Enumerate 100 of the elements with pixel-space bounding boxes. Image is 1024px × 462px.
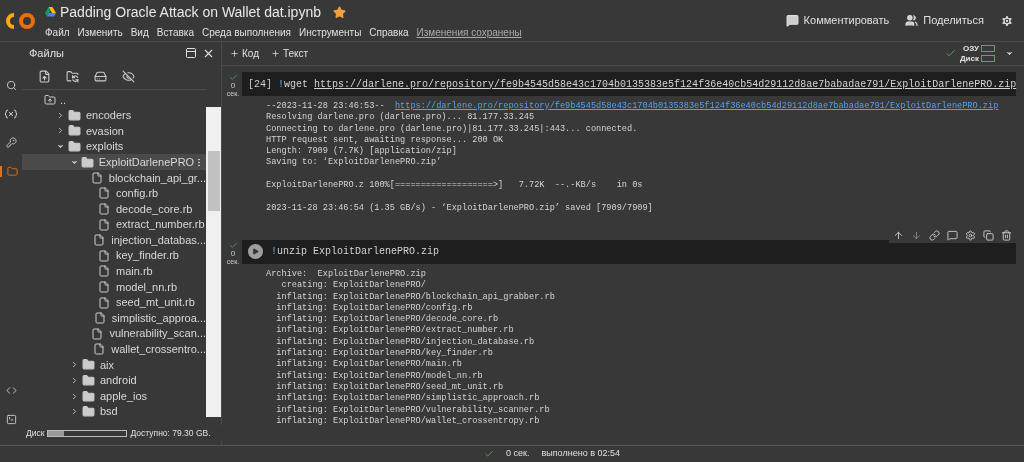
- link-icon[interactable]: [929, 229, 940, 241]
- done-icon: [228, 240, 238, 250]
- window-icon[interactable]: [185, 47, 197, 59]
- menu-item[interactable]: Справка: [369, 24, 409, 40]
- output-line: HTTP request sent, awaiting response... 200 OK: [266, 134, 504, 146]
- output-line: Resolving darlene.pro (darlene.pro)... 81.177.33.245: [266, 112, 535, 124]
- menu-item[interactable]: Вставка: [156, 24, 194, 40]
- output-line: inflating: ExploitDarlenePRO/extract_number.rb: [275, 325, 514, 337]
- menu-item[interactable]: Файл: [45, 24, 70, 40]
- scrollbar[interactable]: [206, 107, 221, 417]
- file-tree-item[interactable]: encoders: [22, 107, 206, 124]
- file-icon: [98, 187, 110, 200]
- folder-refresh-icon[interactable]: [66, 69, 79, 83]
- copy-icon[interactable]: [983, 229, 994, 241]
- file-tree-item[interactable]: ExploitDarlenePRO: [22, 154, 206, 170]
- exec-time: 0: [230, 82, 236, 90]
- code-cell[interactable]: [24] !wget https://darlene.pro/repository/fe9b4545d58e43c1704b0135383e5f124f36e40cb54d29112d8ae7babadae791/ExploitDarlenePRO.zip: [242, 72, 1016, 96]
- file-tree-item[interactable]: bsd: [22, 403, 206, 420]
- file-tree-item[interactable]: decode_core.rb: [22, 201, 206, 217]
- output-line: inflating: ExploitDarlenePRO/model_nn.rb: [275, 370, 483, 382]
- share-button[interactable]: Поделиться: [905, 12, 984, 29]
- drive-icon[interactable]: [94, 69, 107, 83]
- file-tree-item[interactable]: simplistic_approa...: [22, 310, 206, 326]
- folder-icon: [68, 140, 81, 154]
- move-down-icon[interactable]: [911, 229, 922, 241]
- delete-icon[interactable]: [1001, 229, 1012, 241]
- file-tree-item[interactable]: key_finder.rb: [22, 247, 206, 264]
- file-tree-item[interactable]: blockchain_api_gr...: [22, 169, 206, 186]
- file-icon: [98, 265, 110, 278]
- run-button[interactable]: [248, 244, 263, 260]
- code-text: wget: [284, 77, 310, 92]
- file-tree-item[interactable]: apple_ios: [22, 388, 206, 404]
- save-status[interactable]: Изменения сохранены: [416, 24, 522, 40]
- comment-button[interactable]: Комментировать: [785, 12, 890, 29]
- logo-icon[interactable]: [6, 11, 36, 30]
- folder-icon: [80, 155, 94, 169]
- upload-icon[interactable]: [38, 69, 51, 83]
- url-link[interactable]: https://darlene.pro/repository/fe9b4545d58e43c1704b0135383e5f124f36e40cb54d29112d8ae7babadae791/ExploitDarlenePRO.zip: [314, 76, 1017, 92]
- drive-icon: [45, 7, 56, 17]
- file-tree-item[interactable]: android: [22, 372, 206, 389]
- disk-label: Диск: [959, 53, 979, 64]
- move-up-icon[interactable]: [893, 229, 904, 241]
- menu-item[interactable]: Инструменты: [298, 24, 362, 40]
- file-icon: [91, 327, 104, 340]
- file-icon: [98, 280, 110, 293]
- disk-free: Доступно: 79.30 GB.: [130, 426, 211, 440]
- code-cell[interactable]: !unzip ExploitDarlenePRO.zip: [242, 239, 1016, 264]
- file-tree-item[interactable]: seed_mt_unit.rb: [22, 294, 206, 311]
- dropdown-icon[interactable]: [1005, 49, 1014, 58]
- disk-meter: [981, 55, 995, 62]
- output-line: inflating: ExploitDarlenePRO/wallet_crossentropy.rb: [275, 415, 540, 428]
- file-icon: [93, 312, 106, 325]
- file-icon: [98, 249, 110, 262]
- hidden-files-icon[interactable]: [122, 69, 135, 83]
- menu-item[interactable]: Вид: [130, 24, 149, 40]
- disk-label: Диск: [26, 426, 45, 440]
- menu-item[interactable]: Изменить: [77, 24, 123, 40]
- plus-icon: [271, 49, 280, 58]
- file-tree-item[interactable]: extract_number.rb: [22, 216, 206, 233]
- file-tree-item[interactable]: exploits: [22, 138, 206, 155]
- file-tree-item[interactable]: injection_databas...: [22, 232, 206, 248]
- output-line: inflating: ExploitDarlenePRO/main.rb: [275, 359, 462, 371]
- notebook-title[interactable]: Padding Oracle Attack on Wallet dat.ipynb: [60, 1, 321, 23]
- output-line: inflating: ExploitDarlenePRO/vulnerability_scanner.rb: [275, 404, 550, 416]
- menu-item[interactable]: Среда выполнения: [201, 24, 291, 40]
- file-tree-item[interactable]: wallet_crossentro...: [22, 341, 206, 358]
- output-line: ExploitDarlenePRO.z 100%[===================>] 7.72K --.-KB/s in 0s: [266, 180, 643, 192]
- output-line: inflating: ExploitDarlenePRO/seed_mt_unit.rb: [275, 381, 504, 393]
- output-line: Length: 7909 (7.7K) [application/zip]: [266, 146, 457, 157]
- file-tree-item[interactable]: config.rb: [22, 185, 206, 202]
- add-cell-button[interactable]: Код: [230, 46, 259, 61]
- folder-icon: [82, 405, 95, 419]
- output-line: Connecting to darlene.pro (darlene.pro)|81.177.33.245|:443... connected.: [266, 123, 638, 135]
- folder-icon: [82, 374, 95, 387]
- file-tree-item[interactable]: main.rb: [22, 263, 206, 280]
- file-icon: [93, 343, 106, 356]
- settings-icon[interactable]: [1000, 13, 1014, 28]
- file-tree-item[interactable]: model_nn.rb: [22, 279, 206, 295]
- magic-prefix: !: [271, 245, 277, 260]
- output-line: inflating: ExploitDarlenePRO/decode_core.rb: [275, 314, 499, 325]
- output-line: --2023-11-28 23:46:53--: [266, 101, 386, 112]
- file-tree-item[interactable]: ..: [22, 92, 206, 108]
- output-line: inflating: ExploitDarlenePRO/key_finder.rb: [275, 348, 493, 359]
- file-tree-item[interactable]: aix: [22, 357, 206, 373]
- folder-icon: [68, 108, 81, 122]
- output-line: 2023-11-28 23:46:54 (1.35 GB/s) - ‘ExploitDarlenePRO.zip’ saved [7909/7909]: [266, 202, 653, 214]
- output-line: Saving to: ‘ExploitDarlenePRO.zip’: [266, 157, 442, 169]
- star-icon[interactable]: [332, 5, 346, 19]
- file-icon: [93, 234, 106, 247]
- comment-icon[interactable]: [947, 229, 958, 241]
- file-icon: [98, 296, 110, 309]
- plus-icon: [230, 49, 239, 58]
- done-icon: [228, 73, 238, 82]
- file-tree-item[interactable]: vulnerability_scan...: [22, 325, 206, 342]
- add-cell-button[interactable]: Текст: [271, 46, 309, 61]
- url-link[interactable]: https://darlene.pro/repository/fe9b4545d58e43c1704b0135383e5f124f36e40cb54d29112d8ae7babadae791/ExploitDarlenePRO.zip: [394, 101, 999, 113]
- file-icon: [98, 218, 110, 231]
- ram-meter: [981, 45, 995, 52]
- file-tree-item[interactable]: evasion: [22, 123, 206, 139]
- people-icon: [905, 14, 919, 27]
